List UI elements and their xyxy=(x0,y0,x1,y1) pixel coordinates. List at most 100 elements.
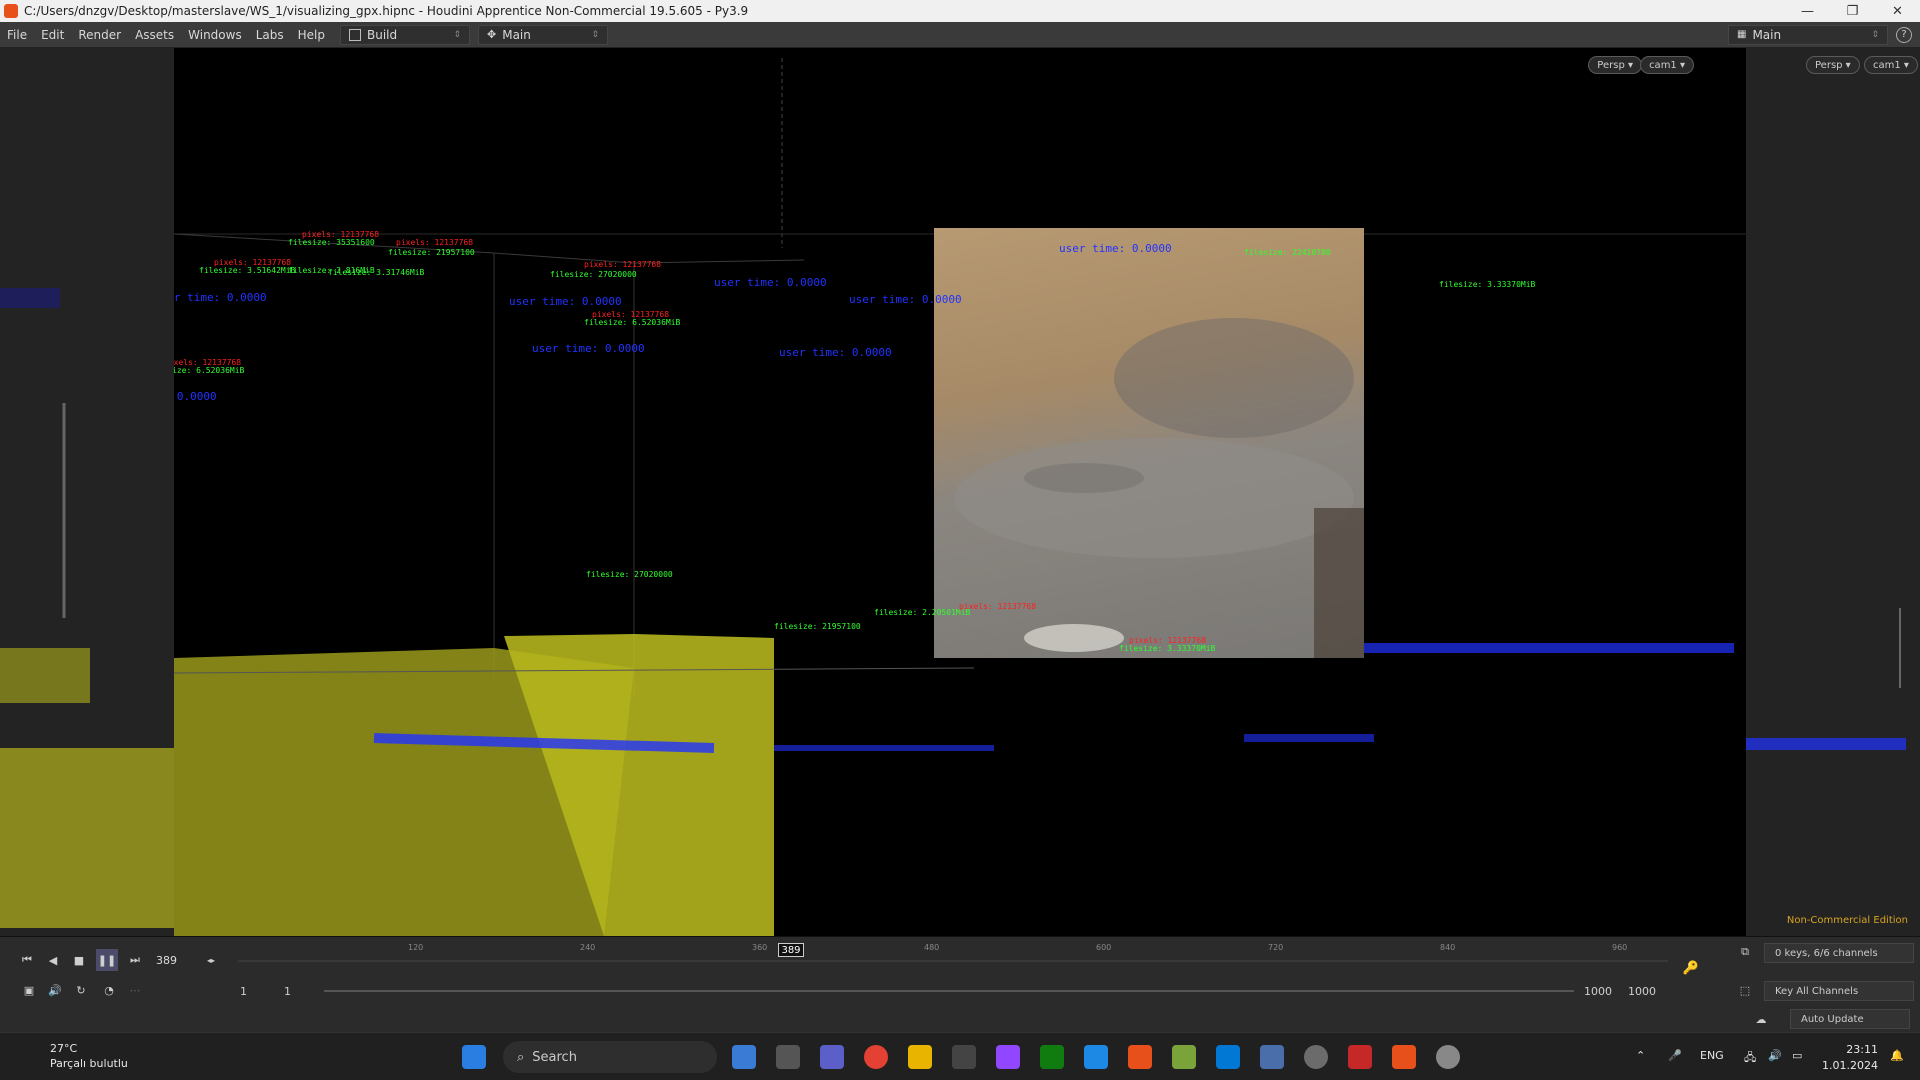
pdf-icon[interactable] xyxy=(1348,1045,1372,1069)
notepad-icon[interactable] xyxy=(1084,1045,1108,1069)
tick-label: 720 xyxy=(1268,943,1284,952)
volume-icon[interactable]: 🔊 xyxy=(1768,1049,1782,1062)
pause-button[interactable]: ❚❚ xyxy=(96,949,118,971)
timeline-ruler[interactable]: 120 240 360 480 600 720 840 960 389 xyxy=(238,941,1668,973)
filesize-label: filesize: 3.31746MiB xyxy=(328,268,425,277)
taskbar-search[interactable]: ⌕ Search xyxy=(503,1041,717,1073)
teams-icon[interactable] xyxy=(820,1045,844,1069)
current-frame-field[interactable]: 389 xyxy=(156,951,194,969)
key-all-channels-button[interactable]: Key All Channels xyxy=(1764,981,1914,1001)
menu-render[interactable]: Render xyxy=(71,28,128,42)
language-indicator[interactable]: ENG xyxy=(1700,1049,1724,1062)
jump-start-button[interactable]: ⏮ xyxy=(16,949,38,971)
app-icon[interactable] xyxy=(1260,1045,1284,1069)
gpx-photo-plane xyxy=(934,228,1364,658)
houdini-icon[interactable] xyxy=(1128,1045,1152,1069)
close-button[interactable]: ✕ xyxy=(1875,0,1920,22)
step-keys-button[interactable]: ◂▸ xyxy=(198,949,224,971)
range-end-field[interactable]: 1000 xyxy=(1584,985,1612,998)
weather-widget[interactable]: 27°C Parçalı bulutlu xyxy=(18,1041,128,1071)
task-view-icon[interactable] xyxy=(776,1045,800,1069)
key-icon[interactable]: 🔑 xyxy=(1680,957,1702,979)
windows-taskbar: 27°C Parçalı bulutlu ⌕ Search ⌃ 🎤 ENG 🖧 … xyxy=(0,1032,1920,1080)
range-row: ▣ 🔊 ↻ ◔ ⋯ 1 1 1000 1000 ⬚ Key All Channe… xyxy=(0,977,1920,1005)
app-icon[interactable] xyxy=(952,1045,976,1069)
clock-date: 1.01.2024 xyxy=(1822,1059,1878,1072)
app-icon[interactable] xyxy=(996,1045,1020,1069)
app-icon[interactable] xyxy=(1436,1045,1460,1069)
right-geometry xyxy=(1746,608,1906,750)
loop-icon[interactable]: ↻ xyxy=(70,979,92,1001)
audio-icon[interactable]: ▣ xyxy=(18,979,40,1001)
filesize-label: filesize: 27020000 xyxy=(550,270,637,279)
widgets-icon[interactable] xyxy=(732,1045,756,1069)
channels-icon[interactable]: ⧉ xyxy=(1734,941,1756,963)
user-time-label: user time: 0.0000 xyxy=(849,293,962,306)
menu-assets[interactable]: Assets xyxy=(128,28,181,42)
menu-edit[interactable]: Edit xyxy=(34,28,71,42)
menu-help[interactable]: Help xyxy=(291,28,332,42)
settings-icon[interactable] xyxy=(1304,1045,1328,1069)
desktop-main-select[interactable]: ✥ Main ⇕ xyxy=(478,24,608,45)
camera-menu-button[interactable]: cam1 ▾ xyxy=(1640,56,1694,74)
help-icon[interactable]: ? xyxy=(1896,26,1912,43)
network-icon[interactable]: 🖧 xyxy=(1744,1049,1756,1068)
step-icon[interactable]: ⋯ xyxy=(124,979,146,1001)
notification-icon[interactable]: 🔔 xyxy=(1890,1049,1904,1062)
microphone-icon[interactable]: 🎤 xyxy=(1668,1049,1682,1062)
keyframe-icon[interactable]: ⬚ xyxy=(1734,979,1756,1001)
range-start-field-2[interactable]: 1 xyxy=(284,985,291,998)
auto-update-select[interactable]: Auto Update xyxy=(1790,1009,1910,1029)
menu-file[interactable]: File xyxy=(0,28,34,42)
user-time-label: user time: 0.0000 xyxy=(174,291,267,304)
range-start-field[interactable]: 1 xyxy=(240,985,247,998)
realtime-icon[interactable]: ◔ xyxy=(98,979,120,1001)
menu-windows[interactable]: Windows xyxy=(181,28,249,42)
pixels-label: pixels: 12137768 xyxy=(1129,636,1207,645)
user-time-label: user time: 0.0000 xyxy=(532,342,645,355)
tray-chevron-icon[interactable]: ⌃ xyxy=(1636,1049,1645,1062)
tick-label: 960 xyxy=(1612,943,1628,952)
desktop-build-label: Build xyxy=(367,27,398,42)
left-geometry xyxy=(0,288,174,928)
range-end-field-2[interactable]: 1000 xyxy=(1628,985,1656,998)
statusbar: ☁ Auto Update xyxy=(0,1006,1920,1032)
user-time-label: user time: 0.0000 xyxy=(174,390,217,403)
filesize-label: filesize: 21957100 xyxy=(388,248,475,257)
speaker-icon[interactable]: 🔊 xyxy=(44,979,66,1001)
clock-time: 23:11 xyxy=(1846,1043,1878,1056)
tick-label: 600 xyxy=(1096,943,1112,952)
user-time-label: user time: 0.0000 xyxy=(1059,242,1172,255)
grid-icon: ▦ xyxy=(1737,29,1747,40)
playhead[interactable]: 389 xyxy=(778,943,804,957)
step-back-button[interactable]: ◀ xyxy=(42,949,64,971)
filesize-label: filesize: 2.20501MiB xyxy=(874,608,971,617)
right-desktop-select[interactable]: ▦ Main ⇕ xyxy=(1728,24,1888,45)
clock[interactable]: 23:11 1.01.2024 xyxy=(1822,1042,1878,1074)
battery-icon[interactable]: ▭ xyxy=(1792,1049,1802,1062)
desktop-main-label: Main xyxy=(502,27,531,42)
houdini-active-icon[interactable] xyxy=(1392,1045,1416,1069)
scene-viewport[interactable]: pixels: 12137768 filesize: 35351600 pixe… xyxy=(174,48,1746,936)
vscode-icon[interactable] xyxy=(1216,1045,1240,1069)
jump-end-button[interactable]: ⏭ xyxy=(124,949,146,971)
window-titlebar: C:/Users/dnzgv/Desktop/masterslave/WS_1/… xyxy=(0,0,1920,22)
chrome-icon[interactable] xyxy=(864,1045,888,1069)
weather-desc: Parçalı bulutlu xyxy=(50,1057,128,1070)
app-icon[interactable] xyxy=(1172,1045,1196,1069)
right-desktop-label: Main xyxy=(1752,27,1782,42)
menu-labs[interactable]: Labs xyxy=(249,28,291,42)
maximize-button[interactable]: ❐ xyxy=(1830,0,1875,22)
range-slider[interactable] xyxy=(324,990,1574,992)
minimize-button[interactable]: — xyxy=(1785,0,1830,22)
stop-button[interactable]: ■ xyxy=(68,949,90,971)
chevron-updown-icon: ⇕ xyxy=(1871,29,1879,40)
xbox-icon[interactable] xyxy=(1040,1045,1064,1069)
layout-icon xyxy=(349,28,361,41)
desktop-build-select[interactable]: Build ⇕ xyxy=(340,24,470,45)
tick-label: 360 xyxy=(752,943,768,952)
start-icon[interactable] xyxy=(462,1045,486,1069)
perspective-menu-button[interactable]: Persp ▾ xyxy=(1588,56,1642,74)
menubar: File Edit Render Assets Windows Labs Hel… xyxy=(0,22,1920,48)
file-explorer-icon[interactable] xyxy=(908,1045,932,1069)
